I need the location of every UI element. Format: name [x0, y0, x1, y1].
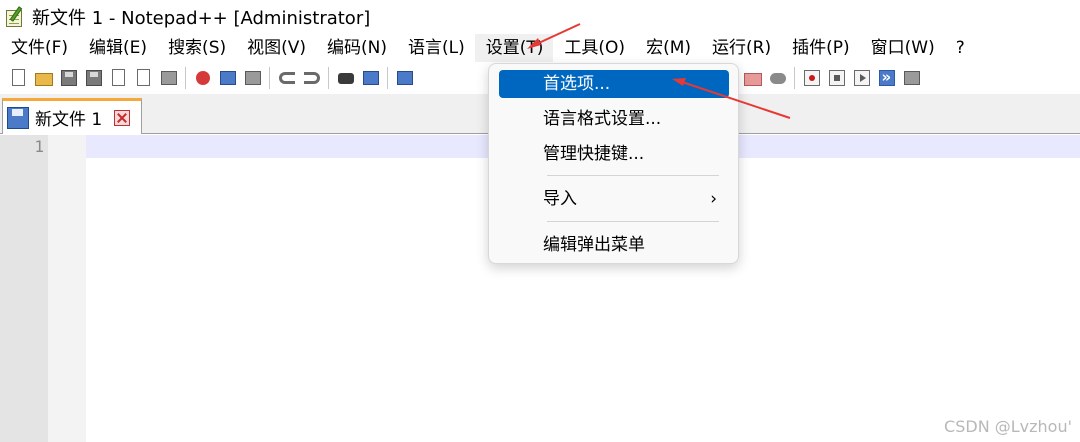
save-macro-icon[interactable] — [902, 68, 922, 88]
toolbar-separator — [387, 67, 388, 89]
menu-item-shortcut-mapper[interactable]: 管理快捷键... — [499, 140, 729, 168]
menu-file[interactable]: 文件(F) — [0, 34, 78, 62]
window-title: 新文件 1 - Notepad++ [Administrator] — [32, 8, 371, 29]
menu-settings[interactable]: 设置(T) — [474, 34, 554, 62]
cut-icon[interactable] — [193, 68, 213, 88]
menu-help[interactable]: ? — [945, 34, 975, 62]
menu-item-import[interactable]: 导入 › — [499, 185, 729, 213]
find-icon[interactable] — [336, 68, 356, 88]
menu-tools[interactable]: 工具(O) — [553, 34, 635, 62]
menu-macro[interactable]: 宏(M) — [635, 34, 701, 62]
open-folder-icon[interactable] — [34, 68, 54, 88]
tab-new-file-1[interactable]: 新文件 1 — [2, 98, 142, 134]
menu-view[interactable]: 视图(V) — [236, 34, 316, 62]
copy-icon[interactable] — [218, 68, 238, 88]
monitoring-icon[interactable] — [768, 68, 788, 88]
zoom-icon[interactable] — [395, 68, 415, 88]
close-icon[interactable] — [114, 109, 131, 126]
menu-separator — [547, 221, 719, 222]
close-all-icon[interactable] — [134, 68, 154, 88]
title-bar: 新文件 1 - Notepad++ [Administrator] — [0, 0, 1080, 34]
notepad-plus-plus-icon — [4, 6, 26, 28]
menu-item-preferences[interactable]: 首选项... — [499, 70, 729, 98]
toolbar-separator — [328, 67, 329, 89]
undo-icon[interactable] — [277, 68, 297, 88]
toolbar-separator — [794, 67, 795, 89]
menu-bar: 文件(F) 编辑(E) 搜索(S) 视图(V) 编码(N) 语言(L) 设置(T… — [0, 34, 1080, 62]
fold-margin — [48, 135, 86, 442]
chevron-right-icon: › — [710, 189, 717, 209]
new-file-icon[interactable] — [9, 68, 29, 88]
paste-icon[interactable] — [243, 68, 263, 88]
save-all-icon[interactable] — [84, 68, 104, 88]
print-icon[interactable] — [159, 68, 179, 88]
replace-icon[interactable] — [361, 68, 381, 88]
stop-macro-icon[interactable] — [827, 68, 847, 88]
menu-edit[interactable]: 编辑(E) — [78, 34, 157, 62]
close-icon[interactable] — [109, 68, 129, 88]
menu-language[interactable]: 语言(L) — [397, 34, 475, 62]
menu-plugins[interactable]: 插件(P) — [781, 34, 860, 62]
folder-workspace-icon[interactable] — [743, 68, 763, 88]
settings-dropdown-menu: 首选项... 语言格式设置... 管理快捷键... 导入 › 编辑弹出菜单 — [488, 63, 739, 264]
menu-item-style-configurator[interactable]: 语言格式设置... — [499, 105, 729, 133]
watermark: CSDN @Lvzhou' — [944, 417, 1072, 436]
menu-window[interactable]: 窗口(W) — [860, 34, 945, 62]
toolbar-separator — [185, 67, 186, 89]
play-macro-icon[interactable] — [852, 68, 872, 88]
menu-item-edit-popup-menu[interactable]: 编辑弹出菜单 — [499, 231, 729, 259]
menu-run[interactable]: 运行(R) — [701, 34, 781, 62]
menu-search[interactable]: 搜索(S) — [157, 34, 236, 62]
menu-separator — [547, 175, 719, 176]
line-number: 1 — [34, 137, 44, 156]
save-icon[interactable] — [59, 68, 79, 88]
redo-icon[interactable] — [302, 68, 322, 88]
line-number-gutter: 1 — [0, 135, 48, 442]
record-macro-icon[interactable] — [802, 68, 822, 88]
run-macro-multiple-icon[interactable] — [877, 68, 897, 88]
toolbar-separator — [269, 67, 270, 89]
save-icon — [7, 106, 29, 129]
menu-encoding[interactable]: 编码(N) — [316, 34, 397, 62]
tab-label: 新文件 1 — [35, 110, 103, 130]
menu-item-import-label: 导入 — [543, 189, 577, 209]
